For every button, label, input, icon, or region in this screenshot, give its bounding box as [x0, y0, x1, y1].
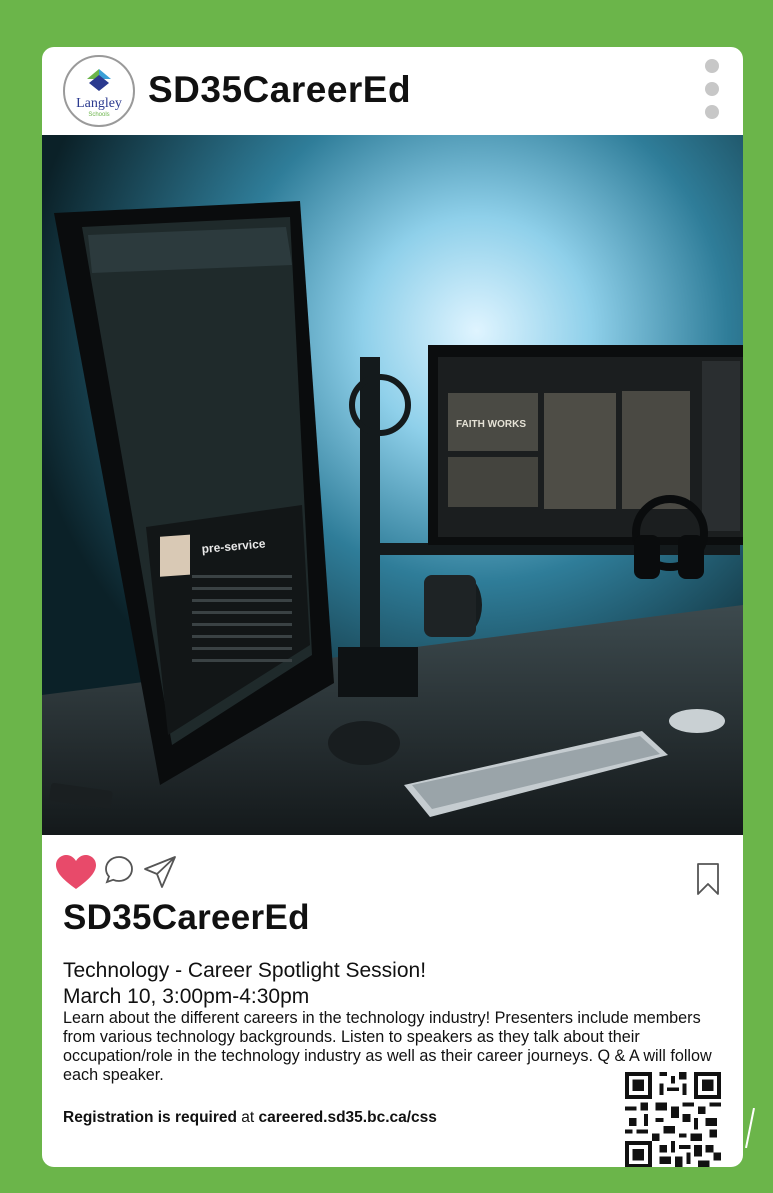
- account-handle[interactable]: SD35CareerEd: [148, 69, 411, 111]
- logo-subtext: Schools: [88, 112, 109, 118]
- caption-account-name[interactable]: SD35CareerEd: [63, 898, 310, 938]
- post-actions: [42, 847, 743, 897]
- bookmark-icon[interactable]: [696, 862, 720, 896]
- kebab-menu-icon[interactable]: [702, 59, 722, 125]
- post-card: Langley Schools SD35CareerEd pre-service…: [42, 47, 743, 1167]
- langley-schools-logo: Langley Schools: [76, 69, 122, 118]
- registration-required: Registration is required: [63, 1109, 237, 1126]
- logo-text: Langley: [76, 96, 122, 111]
- share-icon[interactable]: [143, 855, 177, 889]
- monitor-poster-text: FAITH WORKS: [456, 419, 526, 430]
- registration-at: at: [236, 1109, 259, 1126]
- comment-icon[interactable]: [104, 855, 134, 885]
- post-photo: pre-service FAITH WORKS: [42, 135, 743, 835]
- heart-icon[interactable]: [56, 855, 96, 891]
- qr-code: [625, 1072, 721, 1167]
- avatar[interactable]: Langley Schools: [63, 55, 135, 127]
- registration-line: Registration is required at careered.sd3…: [63, 1109, 437, 1127]
- event-title: Technology - Career Spotlight Session!: [63, 959, 427, 982]
- registration-url[interactable]: careered.sd35.bc.ca/css: [259, 1109, 437, 1126]
- post-header: Langley Schools SD35CareerEd: [42, 47, 743, 135]
- decorative-slash: [745, 1108, 755, 1148]
- event-date: March 10, 3:00pm-4:30pm: [63, 985, 310, 1008]
